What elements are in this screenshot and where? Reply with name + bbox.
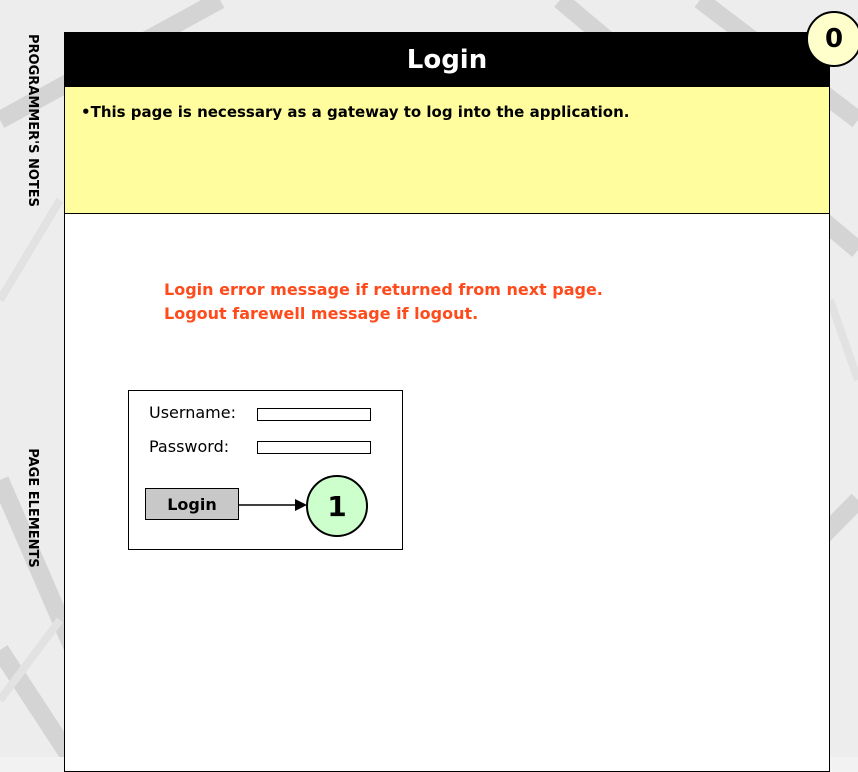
page-title: Login [406,45,488,75]
programmers-notes-panel: •This page is necessary as a gateway to … [65,87,829,214]
login-form: Username: Password: Login 1 [128,390,403,550]
programmers-notes-label: PROGRAMMER'S NOTES [25,34,40,207]
status-messages: Login error message if returned from nex… [164,278,603,326]
callout-number: 1 [327,489,347,523]
page-elements-label-text: PAGE ELEMENTS [25,448,40,568]
page-number-badge: 0 [806,11,858,67]
username-label: Username: [149,403,236,422]
programmers-notes-label-text: PROGRAMMER'S NOTES [25,34,40,208]
login-button[interactable]: Login [145,488,239,520]
password-input[interactable] [257,441,371,454]
username-input[interactable] [257,408,371,421]
page-title-bar: Login [65,33,829,87]
password-label: Password: [149,437,230,456]
login-error-message: Login error message if returned from nex… [164,280,603,299]
callout-badge: 1 [306,475,368,537]
callout-arrow [239,499,307,511]
page-elements-label: PAGE ELEMENTS [25,446,40,570]
logout-farewell-message: Logout farewell message if logout. [164,304,479,323]
page-number: 0 [824,24,844,54]
notes-text: •This page is necessary as a gateway to … [81,103,630,121]
